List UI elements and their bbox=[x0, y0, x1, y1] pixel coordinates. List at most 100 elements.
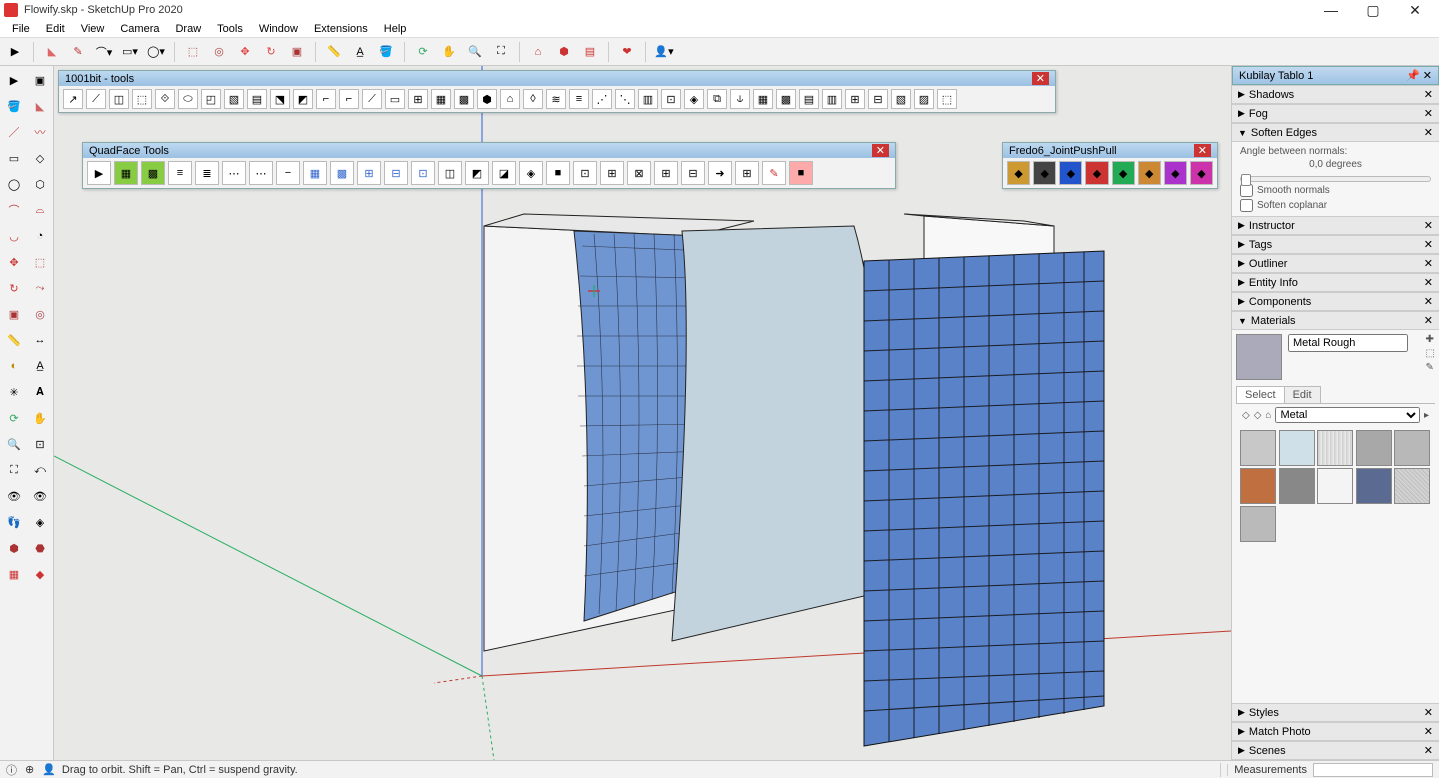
material-swatch[interactable] bbox=[1356, 468, 1392, 504]
tool-icon[interactable]: ⟋ bbox=[86, 89, 106, 109]
user-status-icon[interactable]: 👤 bbox=[42, 763, 56, 776]
menu-edit[interactable]: Edit bbox=[38, 23, 73, 35]
qf-icon[interactable]: ⊞ bbox=[600, 161, 624, 185]
tool-icon[interactable]: ≡ bbox=[569, 89, 589, 109]
tool-icon[interactable]: ⟐ bbox=[155, 89, 175, 109]
qf-icon[interactable]: ⊞ bbox=[357, 161, 381, 185]
3d-viewport[interactable]: 1001bit - tools ✕ ↗ ⟋ ◫ ⬚ ⟐ ⬭ ◰ ▧ ▤ ⬔ ◩ … bbox=[54, 66, 1231, 760]
panel-1001bit-title[interactable]: 1001bit - tools ✕ bbox=[59, 71, 1055, 86]
details-icon[interactable]: ▸ bbox=[1424, 410, 1429, 421]
menu-tools[interactable]: Tools bbox=[209, 23, 251, 35]
minimize-button[interactable]: — bbox=[1319, 2, 1343, 19]
material-swatch[interactable] bbox=[1279, 430, 1315, 466]
tool-icon[interactable]: ≋ bbox=[546, 89, 566, 109]
tool-icon[interactable]: ◩ bbox=[293, 89, 313, 109]
tab-select[interactable]: Select bbox=[1236, 386, 1285, 403]
qf-icon[interactable]: ◫ bbox=[438, 161, 462, 185]
panel-matchphoto[interactable]: ▶Match Photo✕ bbox=[1232, 722, 1439, 741]
jpp-icon[interactable]: ◆ bbox=[1164, 161, 1187, 185]
qf-icon[interactable]: ⊟ bbox=[681, 161, 705, 185]
panel-outliner[interactable]: ▶Outliner✕ bbox=[1232, 254, 1439, 273]
tool-icon[interactable]: ⊡ bbox=[661, 89, 681, 109]
qf-icon[interactable]: ▦ bbox=[303, 161, 327, 185]
qf-icon[interactable]: ≡ bbox=[168, 161, 192, 185]
qf-icon[interactable]: ▩ bbox=[330, 161, 354, 185]
collapse-icon[interactable]: ✕ bbox=[1424, 295, 1433, 308]
select-icon[interactable]: ▶ bbox=[2, 68, 26, 92]
user-icon[interactable]: 👤▾ bbox=[653, 41, 675, 63]
panel-styles[interactable]: ▶Styles✕ bbox=[1232, 703, 1439, 722]
polygon-icon[interactable]: ⬡ bbox=[28, 172, 52, 196]
offset-tool-icon[interactable]: ◎ bbox=[28, 302, 52, 326]
tool-icon[interactable]: ▩ bbox=[776, 89, 796, 109]
tool-icon[interactable]: ▭ bbox=[385, 89, 405, 109]
collapse-icon[interactable]: ✕ bbox=[1424, 238, 1433, 251]
panel-components[interactable]: ▶Components✕ bbox=[1232, 292, 1439, 311]
tray-close-icon[interactable]: ✕ bbox=[1423, 70, 1432, 82]
qf-icon[interactable]: ⊞ bbox=[654, 161, 678, 185]
pencil-icon[interactable]: ✎ bbox=[67, 41, 89, 63]
tray-pin-icon[interactable]: 📌 bbox=[1406, 70, 1420, 82]
nav-fwd-icon[interactable]: ◇ bbox=[1254, 410, 1262, 421]
material-swatch[interactable] bbox=[1279, 468, 1315, 504]
menu-window[interactable]: Window bbox=[251, 23, 306, 35]
collapse-icon[interactable]: ✕ bbox=[1424, 126, 1433, 139]
pie-icon[interactable]: ◔ bbox=[28, 224, 52, 248]
close-button[interactable]: ✕ bbox=[1403, 2, 1427, 19]
qf-icon[interactable]: ➜ bbox=[708, 161, 732, 185]
material-swatch[interactable] bbox=[1356, 430, 1392, 466]
tool-icon[interactable]: ⋱ bbox=[615, 89, 635, 109]
panel-fredo6[interactable]: Fredo6_JointPushPull ✕ ◆ ◆ ◆ ◆ ◆ ◆ ◆ ◆ bbox=[1002, 142, 1218, 189]
panel-quadface[interactable]: QuadFace Tools ✕ ▶ ▦ ▩ ≡ ≣ ⋯ ⋯ − ▦ ▩ ⊞ ⊟… bbox=[82, 142, 896, 189]
dimension-icon[interactable]: ↔ bbox=[28, 328, 52, 352]
rotated-rect-icon[interactable]: ◇ bbox=[28, 146, 52, 170]
tool-icon[interactable]: ⌐ bbox=[339, 89, 359, 109]
tool-icon[interactable]: ⬚ bbox=[937, 89, 957, 109]
collapse-icon[interactable]: ✕ bbox=[1424, 276, 1433, 289]
move-tool-icon[interactable]: ✥ bbox=[2, 250, 26, 274]
qf-icon[interactable]: ▦ bbox=[114, 161, 138, 185]
pan-tool-icon[interactable]: ✋ bbox=[28, 406, 52, 430]
tool-icon[interactable]: ⧉ bbox=[707, 89, 727, 109]
orbit-tool-icon[interactable]: ⟳ bbox=[2, 406, 26, 430]
home-icon[interactable]: ⌂ bbox=[1265, 410, 1271, 421]
jpp-icon[interactable]: ◆ bbox=[1007, 161, 1030, 185]
tool-icon[interactable]: ▦ bbox=[753, 89, 773, 109]
tool-icon[interactable]: ⬢ bbox=[477, 89, 497, 109]
extension4-icon[interactable]: ◆ bbox=[28, 562, 52, 586]
panel-entity[interactable]: ▶Entity Info✕ bbox=[1232, 273, 1439, 292]
eraser-tool-icon[interactable]: ◣ bbox=[28, 94, 52, 118]
tape-icon[interactable]: 📏 bbox=[323, 41, 345, 63]
tool-icon[interactable]: ⬔ bbox=[270, 89, 290, 109]
3dtext-icon[interactable]: 𝐀 bbox=[28, 380, 52, 404]
rotate-tool-icon[interactable]: ↻ bbox=[2, 276, 26, 300]
arc1-icon[interactable]: ⌒ bbox=[2, 198, 26, 222]
zoom-window-icon[interactable]: ⊡ bbox=[28, 432, 52, 456]
menu-camera[interactable]: Camera bbox=[112, 23, 167, 35]
move-icon[interactable]: ✥ bbox=[234, 41, 256, 63]
zoom-icon[interactable]: 🔍 bbox=[464, 41, 486, 63]
collapse-icon[interactable]: ✕ bbox=[1424, 744, 1433, 757]
scale-tool-icon[interactable]: ▣ bbox=[2, 302, 26, 326]
tool-icon[interactable]: ◫ bbox=[109, 89, 129, 109]
panel-fog[interactable]: ▶Fog✕ bbox=[1232, 104, 1439, 123]
paint-bucket-icon[interactable]: 🪣 bbox=[2, 94, 26, 118]
qf-icon[interactable]: ◈ bbox=[519, 161, 543, 185]
material-swatch[interactable] bbox=[1317, 468, 1353, 504]
qf-icon[interactable]: ⋯ bbox=[249, 161, 273, 185]
make-component-icon[interactable]: ▣ bbox=[28, 68, 52, 92]
axes-icon[interactable]: ✳ bbox=[2, 380, 26, 404]
material-swatch[interactable] bbox=[1317, 430, 1353, 466]
pushpull-tool-icon[interactable]: ⬚ bbox=[28, 250, 52, 274]
layout-icon[interactable]: ▤ bbox=[579, 41, 601, 63]
jpp-icon[interactable]: ◆ bbox=[1190, 161, 1213, 185]
panel-close-icon[interactable]: ✕ bbox=[1032, 72, 1049, 85]
panel-soften[interactable]: ▼Soften Edges✕ bbox=[1232, 123, 1439, 142]
arc3-icon[interactable]: ◡ bbox=[2, 224, 26, 248]
tool-icon[interactable]: ⌐ bbox=[316, 89, 336, 109]
zoom-extents-icon[interactable]: ⛶ bbox=[490, 41, 512, 63]
maximize-button[interactable]: ▢ bbox=[1361, 2, 1385, 19]
tool-icon[interactable]: ▥ bbox=[822, 89, 842, 109]
material-swatch[interactable] bbox=[1240, 468, 1276, 504]
menu-draw[interactable]: Draw bbox=[167, 23, 209, 35]
